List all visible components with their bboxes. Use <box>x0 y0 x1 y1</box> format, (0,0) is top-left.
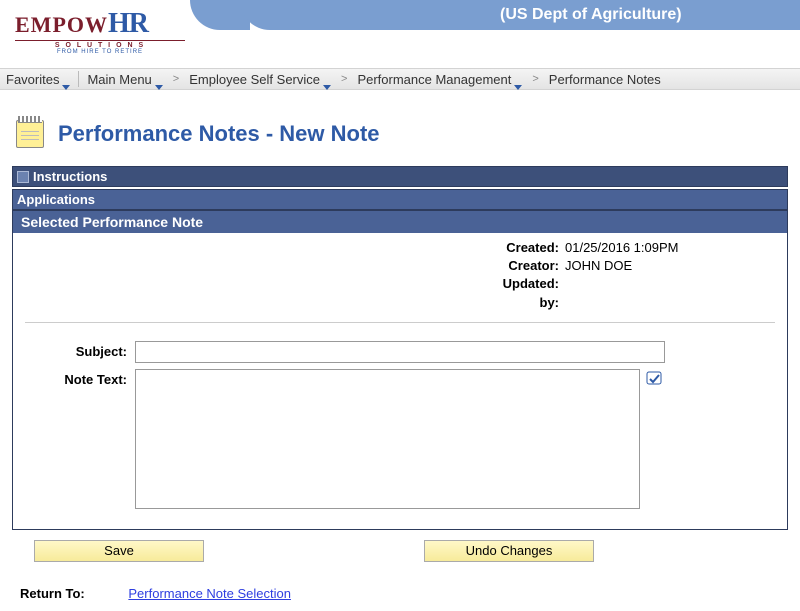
subject-label: Subject: <box>25 341 135 359</box>
creator-label: Creator: <box>465 257 565 275</box>
chevron-down-icon <box>155 85 163 90</box>
undo-changes-button[interactable]: Undo Changes <box>424 540 594 562</box>
page-title: Performance Notes - New Note <box>58 121 380 147</box>
chevron-down-icon <box>323 85 331 90</box>
page-body: Performance Notes - New Note Instruction… <box>0 90 800 611</box>
app-header: (US Dept of Agriculture) EMPOWHR S O L U… <box>0 0 800 68</box>
breadcrumb-chevron: > <box>341 73 347 85</box>
breadcrumb: Favorites Main Menu > Employee Self Serv… <box>0 68 800 90</box>
breadcrumb-main-menu-label: Main Menu <box>87 72 151 87</box>
logo-tag: FROM HIRE TO RETIRE <box>15 49 185 55</box>
expand-icon[interactable] <box>17 171 29 183</box>
breadcrumb-item-label: Employee Self Service <box>189 72 320 87</box>
note-text-input[interactable] <box>135 369 640 509</box>
subject-input[interactable] <box>135 341 665 363</box>
created-value: 01/25/2016 1:09PM <box>565 239 745 257</box>
return-link[interactable]: Performance Note Selection <box>128 586 291 601</box>
subject-row: Subject: <box>25 341 775 363</box>
breadcrumb-item-label: Performance Notes <box>549 72 661 87</box>
breadcrumb-chevron: > <box>532 73 538 85</box>
return-label: Return To: <box>20 586 85 601</box>
title-row: Performance Notes - New Note <box>12 120 788 148</box>
logo: EMPOWHR S O L U T I O N S FROM HIRE TO R… <box>15 8 185 55</box>
logo-text-b: HR <box>108 8 148 39</box>
org-banner: (US Dept of Agriculture) <box>240 0 800 30</box>
logo-sub: S O L U T I O N S <box>15 40 185 49</box>
breadcrumb-item-perf-notes[interactable]: Performance Notes <box>549 72 661 87</box>
breadcrumb-item-label: Performance Management <box>357 72 511 87</box>
breadcrumb-chevron: > <box>173 73 179 85</box>
updated-value <box>565 275 745 293</box>
updated-by-value <box>565 294 745 312</box>
org-name: (US Dept of Agriculture) <box>500 6 682 23</box>
chevron-down-icon <box>514 85 522 90</box>
note-text-label: Note Text: <box>25 369 135 387</box>
selected-note-header: Selected Performance Note <box>13 211 787 233</box>
form-area: Created: 01/25/2016 1:09PM Creator: JOHN… <box>13 233 787 529</box>
button-gap <box>204 540 424 562</box>
note-text-row: Note Text: <box>25 369 775 509</box>
breadcrumb-favorites[interactable]: Favorites <box>6 72 70 87</box>
save-button[interactable]: Save <box>34 540 204 562</box>
applications-section-bar: Applications <box>12 189 788 210</box>
return-row: Return To: Performance Note Selection <box>12 586 788 601</box>
breadcrumb-item-ess[interactable]: Employee Self Service <box>189 72 331 87</box>
logo-text-a: EMPOW <box>15 12 108 37</box>
instructions-section-bar[interactable]: Instructions <box>12 166 788 187</box>
created-label: Created: <box>465 239 565 257</box>
selected-note-label: Selected Performance Note <box>21 214 203 230</box>
updated-label: Updated: <box>465 275 565 293</box>
breadcrumb-separator <box>78 71 79 87</box>
chevron-down-icon <box>62 85 70 90</box>
spellcheck-icon[interactable] <box>646 369 664 387</box>
notepad-icon <box>16 120 44 148</box>
breadcrumb-favorites-label: Favorites <box>6 72 59 87</box>
creator-value: JOHN DOE <box>565 257 745 275</box>
divider <box>25 322 775 323</box>
breadcrumb-item-perf-mgmt[interactable]: Performance Management <box>357 72 522 87</box>
note-metadata: Created: 01/25/2016 1:09PM Creator: JOHN… <box>465 239 775 312</box>
instructions-label: Instructions <box>33 169 107 184</box>
selected-note-panel: Selected Performance Note Created: 01/25… <box>12 210 788 530</box>
button-row: Save Undo Changes <box>12 540 788 562</box>
applications-label: Applications <box>17 192 95 207</box>
breadcrumb-main-menu[interactable]: Main Menu <box>87 72 162 87</box>
updated-by-label: by: <box>465 294 565 312</box>
